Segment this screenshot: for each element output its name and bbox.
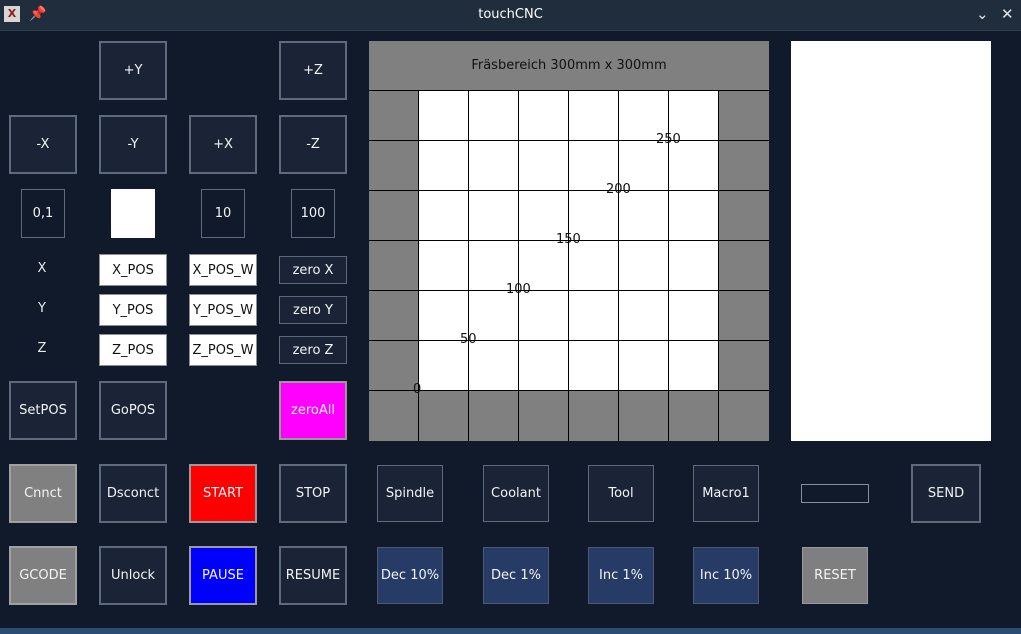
setpos-button[interactable]: SetPOS [9, 381, 77, 440]
grid-line [369, 90, 769, 91]
z-pos-w-field: Z_POS_W [189, 334, 257, 366]
console-output[interactable] [791, 41, 991, 441]
spindle-button[interactable]: Spindle [377, 465, 443, 522]
jog-plus-z-button[interactable]: +Z [279, 41, 347, 100]
step-0-1-button[interactable]: 0,1 [21, 189, 65, 238]
zero-y-button[interactable]: zero Y [279, 296, 347, 324]
axis-y-label: Y [38, 301, 46, 316]
connect-button[interactable]: Cnnct [9, 464, 77, 523]
jog-plus-y-button[interactable]: +Y [99, 41, 167, 100]
grid-line [618, 91, 619, 441]
tick-label: 200 [606, 182, 631, 197]
axis-z-label: Z [37, 341, 47, 356]
tick-label: 0 [413, 382, 422, 397]
tick-label: 250 [656, 132, 681, 147]
axis-x-label: X [37, 261, 47, 276]
grid-line [718, 91, 719, 441]
tick-label: 100 [506, 282, 531, 297]
grid-line [518, 91, 519, 441]
tool-button[interactable]: Tool [588, 465, 654, 522]
x-pos-field: X_POS [99, 254, 167, 286]
title-bar: X 📌 touchCNC ⌄ ✕ [0, 0, 1021, 31]
x-pos-w-field: X_POS_W [189, 254, 257, 286]
inc-1-percent-button[interactable]: Inc 1% [588, 547, 654, 604]
command-input[interactable] [801, 484, 869, 503]
step-100-button[interactable]: 100 [291, 189, 335, 238]
dec-1-percent-button[interactable]: Dec 1% [483, 547, 549, 604]
z-pos-field: Z_POS [99, 334, 167, 366]
grid-line [369, 390, 769, 391]
plot-title: Fräsbereich 300mm x 300mm [471, 58, 667, 73]
grid-line [369, 340, 769, 341]
close-icon[interactable]: ✕ [1001, 4, 1014, 24]
gcode-button[interactable]: GCODE [9, 546, 77, 605]
jog-minus-y-button[interactable]: -Y [99, 115, 167, 174]
resume-button[interactable]: RESUME [279, 546, 347, 605]
grid-line [369, 290, 769, 291]
step-1-button[interactable] [111, 189, 155, 238]
gopos-button[interactable]: GoPOS [99, 381, 167, 440]
window-title: touchCNC [478, 7, 543, 22]
grid-line [369, 190, 769, 191]
y-pos-field: Y_POS [99, 294, 167, 326]
jog-minus-z-button[interactable]: -Z [279, 115, 347, 174]
jog-minus-x-button[interactable]: -X [9, 115, 77, 174]
grid-line [468, 91, 469, 441]
inc-10-percent-button[interactable]: Inc 10% [693, 547, 759, 604]
zero-x-button[interactable]: zero X [279, 256, 347, 284]
dec-10-percent-button[interactable]: Dec 10% [377, 547, 443, 604]
y-pos-w-field: Y_POS_W [189, 294, 257, 326]
tick-label: 150 [556, 232, 581, 247]
step-10-button[interactable]: 10 [201, 189, 245, 238]
pause-button[interactable]: PAUSE [189, 546, 257, 605]
reset-button[interactable]: RESET [802, 547, 868, 604]
grid-line [568, 91, 569, 441]
macro1-button[interactable]: Macro1 [693, 465, 759, 522]
jog-plus-x-button[interactable]: +X [189, 115, 257, 174]
send-button[interactable]: SEND [911, 464, 981, 523]
disconnect-button[interactable]: Dsconct [99, 464, 167, 523]
grid-line [369, 140, 769, 141]
coolant-button[interactable]: Coolant [483, 465, 549, 522]
zero-z-button[interactable]: zero Z [279, 336, 347, 364]
chevron-down-icon[interactable]: ⌄ [976, 3, 989, 25]
milling-area-canvas[interactable]: Fräsbereich 300mm x 300mm 0 50 100 150 2… [369, 41, 769, 441]
start-button[interactable]: START [189, 464, 257, 523]
unlock-button[interactable]: Unlock [99, 546, 167, 605]
taskbar-edge [0, 628, 1021, 634]
tick-label: 50 [460, 332, 477, 347]
zero-all-button[interactable]: zeroAll [279, 381, 347, 440]
stop-button[interactable]: STOP [279, 464, 347, 523]
